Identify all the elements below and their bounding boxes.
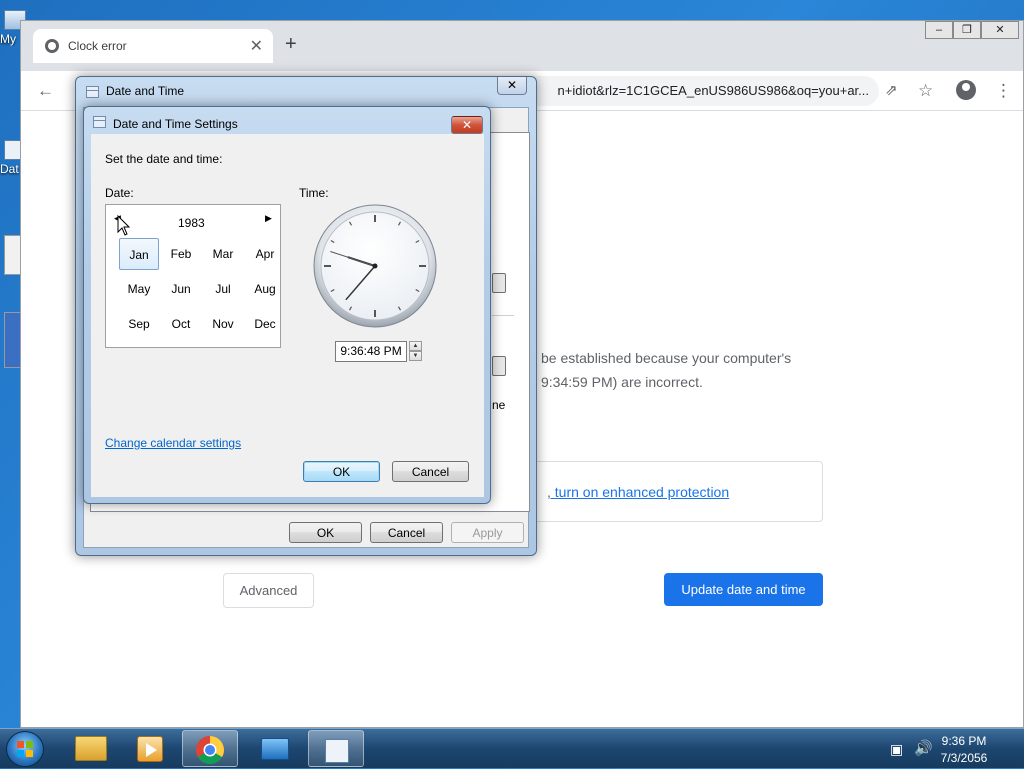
month-cell-may[interactable]: May [119,273,159,305]
new-tab-button[interactable]: + [285,34,297,54]
date-and-time-settings-dialog: Date and Time Settings ✕ Set the date an… [83,106,491,504]
error-text-line2: 9:34:59 PM) are incorrect. [541,374,703,390]
partial-label: ne [492,398,506,412]
analog-clock [313,204,437,328]
taskbar: ▣ 🔊 9:36 PM 7/3/2056 [0,728,1024,768]
taskbar-explorer[interactable] [64,730,120,767]
profile-avatar-icon[interactable] [956,80,976,100]
calendar-year-view: ◀ 1983 ▶ Jan Feb Mar Apr May Jun Jul Aug Sep Oct N… [105,204,281,348]
chrome-tab-strip: Clock error ✕ + – ❐ ✕ [21,21,1023,71]
cancel-button[interactable]: Cancel [392,461,469,482]
bookmark-star-icon[interactable]: ☆ [918,81,933,101]
share-icon[interactable]: ⇗ [885,81,898,101]
taskbar-media-player[interactable] [123,730,179,767]
close-icon[interactable]: ✕ [497,77,527,95]
address-bar-url: n+idiot&rlz=1C1GCEA_enUS986US986&oq=you+… [557,83,869,98]
back-arrow-icon[interactable]: ← [37,81,54,101]
month-cell-apr[interactable]: Apr [245,238,285,270]
desktop-icon-label: My [0,32,16,46]
calendar-clock-icon [325,739,349,763]
cancel-button[interactable]: Cancel [370,522,443,543]
taskbar-chrome[interactable] [182,730,238,767]
calendar-clock-icon [86,86,99,98]
month-cell-jul[interactable]: Jul [203,273,243,305]
month-cell-jan[interactable]: Jan [119,238,159,270]
taskbar-control-panel[interactable] [247,730,303,767]
month-cell-dec[interactable]: Dec [245,308,285,340]
desktop-icon-label: Dat [0,162,19,176]
mouse-cursor-icon [117,215,131,236]
change-calendar-settings-link[interactable]: Change calendar settings [105,436,241,450]
enhanced-protection-link[interactable]: , turn on enhanced protection [547,484,729,500]
month-cell-mar[interactable]: Mar [203,238,243,270]
update-date-time-button[interactable]: Update date and time [664,573,823,606]
globe-icon [45,39,59,53]
error-text-line1: be established because your computer's [541,350,792,366]
ok-button[interactable]: OK [303,461,380,482]
folder-icon [75,736,107,761]
partial-button[interactable] [492,356,506,376]
month-cell-oct[interactable]: Oct [161,308,201,340]
separator [492,315,514,316]
ok-button[interactable]: OK [289,522,362,543]
instruction-text: Set the date and time: [105,152,223,166]
date-label: Date: [105,186,134,200]
chrome-icon [196,736,224,764]
month-cell-nov[interactable]: Nov [203,308,243,340]
tray-clock-time[interactable]: 9:36 PM [934,734,994,748]
media-player-icon [137,736,163,762]
minimize-button[interactable]: – [925,21,953,39]
maximize-button[interactable]: ❐ [953,21,981,39]
time-input[interactable]: 9:36:48 PM [335,341,407,362]
window-title: Date and Time [106,84,185,98]
link-text: turn on enhanced protection [554,484,730,500]
next-year-arrow-icon[interactable]: ▶ [265,213,272,224]
partial-button[interactable] [492,273,506,293]
time-spin-down-icon[interactable]: ▼ [409,351,422,361]
tray-clock-date[interactable]: 7/3/2056 [934,751,994,765]
month-cell-jun[interactable]: Jun [161,273,201,305]
network-icon[interactable]: ▣ [890,741,903,758]
tab-clock-error[interactable]: Clock error ✕ [33,29,273,63]
close-window-button[interactable]: ✕ [981,21,1019,39]
tab-title: Clock error [68,39,127,53]
month-cell-aug[interactable]: Aug [245,273,285,305]
time-label: Time: [299,186,329,200]
calendar-year-header[interactable]: 1983 [178,216,205,230]
tab-close-icon[interactable]: ✕ [250,36,263,56]
windows-logo-icon [17,741,33,757]
month-cell-feb[interactable]: Feb [161,238,201,270]
link-prefix: , [547,484,555,500]
close-icon[interactable]: ✕ [451,116,483,134]
dialog-title: Date and Time Settings [113,117,238,131]
dialog-client-area: Set the date and time: Date: Time: ◀ 198… [91,134,484,497]
start-button[interactable] [6,731,44,767]
calendar-clock-icon [93,116,106,128]
enhanced-protection-box: , turn on enhanced protection [529,461,823,522]
time-spin-up-icon[interactable]: ▲ [409,341,422,351]
windows-settings-icon [261,738,289,760]
month-cell-sep[interactable]: Sep [119,308,159,340]
apply-button[interactable]: Apply [451,522,524,543]
volume-icon[interactable]: 🔊 [914,739,933,757]
chrome-menu-icon[interactable]: ⋮ [995,81,1012,101]
advanced-button[interactable]: Advanced [223,573,314,608]
taskbar-date-time[interactable] [308,730,364,767]
